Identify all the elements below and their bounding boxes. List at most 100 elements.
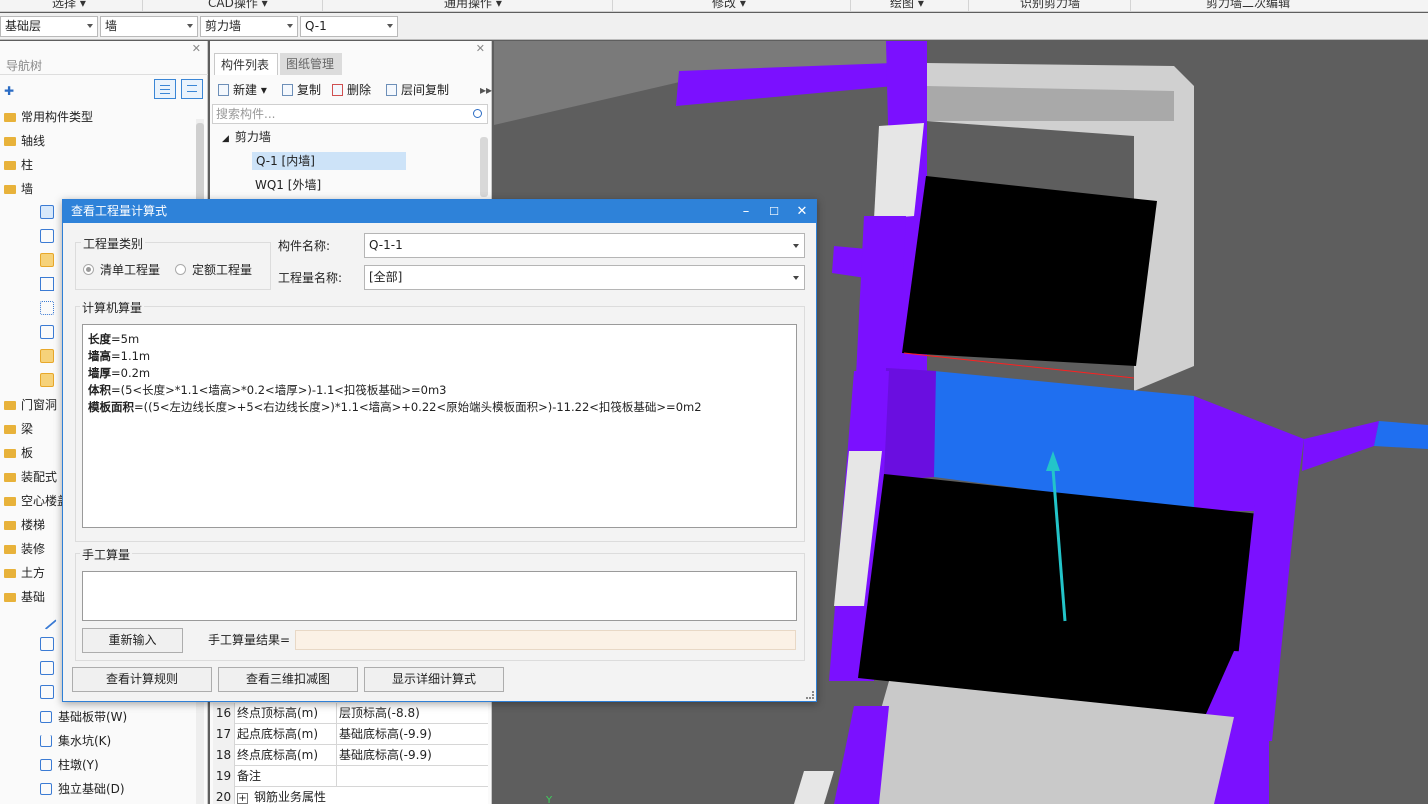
minimize-icon[interactable]: – — [733, 200, 759, 223]
radio-quota-label: 定额工程量 — [192, 263, 253, 277]
nav-item-axis[interactable]: 轴线 — [4, 131, 45, 151]
nav-item-slab[interactable]: 板 — [4, 443, 33, 463]
add-icon[interactable]: ✚ — [4, 84, 14, 98]
table-row[interactable]: 17 起点底标高(m) 基础底标高(-9.9) — [213, 724, 488, 745]
nav-item-column-pier[interactable]: 柱墩(Y) — [40, 755, 99, 775]
grey-wall-top — [926, 86, 1174, 121]
new-button[interactable]: 新建 ▾ — [218, 81, 267, 99]
ribbon-select-menu[interactable]: 选择 ▾ — [52, 0, 86, 11]
nav-item-wall[interactable]: 墙 — [4, 179, 33, 199]
component-scrollbar[interactable] — [480, 137, 488, 197]
calc-formula-textarea[interactable]: 长度=5m 墙高=1.1m 墙厚=0.2m 体积=(5<长度>*1.1<墙高>*… — [82, 324, 797, 528]
maximize-icon[interactable]: ☐ — [761, 200, 787, 223]
property-value[interactable] — [339, 766, 487, 787]
category-select[interactable]: 墙 — [100, 16, 198, 37]
ribbon-cad-menu[interactable]: CAD操作 ▾ — [208, 0, 268, 11]
ribbon-wall-edit[interactable]: 剪力墙二次编辑 — [1206, 0, 1290, 11]
wall-strip-icon[interactable] — [40, 301, 54, 315]
calc-line: 模板面积=((5<左边线长度>+5<右边线长度>)*1.1<墙高>+0.22<原… — [88, 399, 791, 416]
table-row[interactable]: 20 + 钢筋业务属性 — [213, 787, 488, 804]
property-value[interactable]: 层顶标高(-8.8) — [339, 703, 487, 724]
collapse-triangle-icon[interactable]: ◢ — [222, 134, 229, 144]
close-icon[interactable]: ✕ — [476, 42, 485, 55]
component-node-wq1[interactable]: WQ1 [外墙] — [255, 176, 321, 194]
nav-item-earthwork[interactable]: 土方 — [4, 563, 45, 583]
radio-bill-quantity[interactable]: 清单工程量 — [83, 263, 160, 277]
folder-icon — [4, 401, 16, 410]
delete-icon — [332, 84, 343, 96]
table-row[interactable]: 16 终点顶标高(m) 层顶标高(-8.8) — [213, 703, 488, 724]
pencil-icon[interactable] — [37, 610, 57, 630]
brick-wall-icon[interactable] — [40, 253, 54, 267]
resize-grip-icon[interactable] — [806, 691, 814, 699]
raft-foundation-icon[interactable] — [40, 637, 54, 651]
ribbon-identify-wall[interactable]: 识别剪力墙 — [1020, 0, 1080, 11]
nav-item-openings[interactable]: 门窗洞 — [4, 395, 57, 415]
reinput-button[interactable]: 重新输入 — [82, 628, 183, 653]
floor-select[interactable]: 基础层 — [0, 16, 98, 37]
table-row[interactable]: 19 备注 — [213, 766, 488, 787]
nav-item-decoration[interactable]: 装修 — [4, 539, 45, 559]
quantity-name-select[interactable]: [全部] — [364, 265, 805, 290]
view-calc-rules-button[interactable]: 查看计算规则 — [72, 667, 212, 692]
shear-wall-icon[interactable] — [40, 205, 54, 219]
show-detailed-formula-button[interactable]: 显示详细计算式 — [364, 667, 504, 692]
nav-item-isolated-footing[interactable]: 独立基础(D) — [40, 779, 125, 799]
nav-item-label: 柱 — [21, 158, 34, 172]
nav-item-foundation[interactable]: 基础 — [4, 587, 45, 607]
nav-item-beam[interactable]: 梁 — [4, 419, 33, 439]
tab-component-list[interactable]: 构件列表 — [214, 53, 278, 75]
nav-item-hollow-floor[interactable]: 空心楼盖 — [4, 491, 69, 511]
tab-drawing-management[interactable]: 图纸管理 — [280, 53, 342, 75]
copy-button[interactable]: 复制 — [282, 81, 321, 99]
category-select-value: 墙 — [105, 19, 118, 33]
calc-expr: =(5<长度>*1.1<墙高>*0.2<墙厚>)-1.1<扣筏板基础>=0m3 — [111, 383, 447, 397]
nav-item-foundation-strip[interactable]: 基础板带(W) — [40, 707, 127, 727]
nav-item-common[interactable]: 常用构件类型 — [4, 107, 93, 127]
view-3d-deduction-button[interactable]: 查看三维扣减图 — [218, 667, 358, 692]
pile-cap-icon[interactable] — [40, 685, 54, 699]
black-void-top — [902, 176, 1157, 366]
ribbon-modify-menu[interactable]: 修改 ▾ — [712, 0, 746, 11]
table-row[interactable]: 18 终点底标高(m) 基础底标高(-9.9) — [213, 745, 488, 766]
nav-item-column[interactable]: 柱 — [4, 155, 33, 175]
more-tools-icon[interactable]: ▸▸ — [480, 81, 492, 99]
masonry-icon[interactable] — [40, 373, 54, 387]
chevron-down-icon — [287, 24, 293, 28]
component-search-input[interactable]: 搜索构件... — [212, 104, 488, 124]
close-icon[interactable]: ✕ — [789, 200, 815, 223]
property-value[interactable]: 基础底标高(-9.9) — [339, 724, 487, 745]
radio-quota-quantity[interactable]: 定额工程量 — [175, 263, 252, 277]
property-group[interactable]: + 钢筋业务属性 — [237, 787, 357, 804]
tree-group-shear-wall[interactable]: ◢ 剪力墙 — [222, 128, 271, 148]
foundation-beam-icon[interactable] — [40, 661, 54, 675]
delete-button[interactable]: 删除 — [332, 81, 371, 99]
property-name: 起点底标高(m) — [237, 724, 337, 745]
list-view-icon[interactable] — [154, 79, 176, 99]
ribbon-general-menu[interactable]: 通用操作 ▾ — [444, 0, 502, 11]
component-select[interactable]: Q-1 — [300, 16, 398, 37]
nav-item-stairs[interactable]: 楼梯 — [4, 515, 45, 535]
grid-view-icon[interactable] — [181, 79, 203, 99]
ribbon-divider — [612, 0, 613, 11]
insulation-icon[interactable] — [40, 349, 54, 363]
floor-copy-button[interactable]: 层间复制 — [386, 81, 449, 99]
component-name-select[interactable]: Q-1-1 — [364, 233, 805, 258]
property-value[interactable]: 基础底标高(-9.9) — [339, 745, 487, 766]
copy-icon — [282, 84, 293, 96]
manual-calc-input[interactable] — [82, 571, 797, 621]
wall-icon[interactable] — [40, 229, 54, 243]
dialog-title[interactable]: 查看工程量计算式 — [63, 200, 816, 223]
nav-item-label: 轴线 — [21, 134, 46, 148]
wall-hole-icon[interactable] — [40, 325, 54, 339]
search-icon[interactable] — [473, 109, 482, 118]
parapet-icon[interactable] — [40, 277, 54, 291]
close-icon[interactable]: ✕ — [192, 42, 201, 55]
radio-bill-label: 清单工程量 — [100, 263, 161, 277]
nav-item-prefab[interactable]: 装配式 — [4, 467, 57, 487]
nav-item-sump[interactable]: 集水坑(K) — [40, 731, 111, 751]
component-node-q1[interactable]: Q-1 [内墙] — [252, 152, 406, 170]
expand-icon[interactable]: + — [237, 793, 248, 804]
type-select[interactable]: 剪力墙 — [200, 16, 298, 37]
ribbon-draw-menu[interactable]: 绘图 ▾ — [890, 0, 924, 11]
